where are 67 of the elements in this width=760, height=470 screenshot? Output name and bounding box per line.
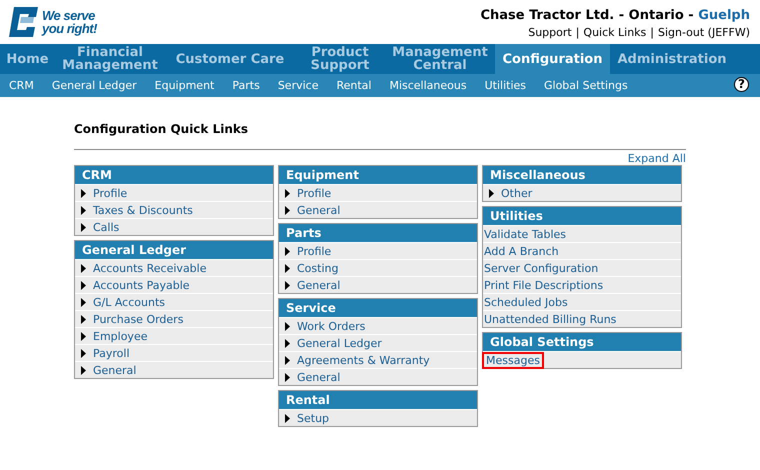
company-name: Chase Tractor Ltd. - Ontario - [480,8,694,23]
quick-link[interactable]: Unattended Billing Runs [484,312,616,326]
quick-link[interactable]: Agreements & Warranty [297,354,430,366]
subnav-link[interactable]: Service [278,79,318,92]
quick-link[interactable]: Profile [297,244,332,258]
subnav-link[interactable]: Global Settings [544,79,628,92]
separator: | [576,26,580,39]
quick-link[interactable]: Purchase Orders [93,312,184,326]
panel-header: Parts [279,224,477,243]
quick-link[interactable]: Profile [93,186,128,200]
nav-tab[interactable]: Administration [610,44,734,74]
separator: | [650,26,654,39]
quick-link[interactable]: Calls [93,220,120,234]
quick-link[interactable]: Add A Branch [484,244,559,258]
quick-link[interactable]: Print File Descriptions [484,278,604,292]
nav-tab[interactable]: Financial Management [55,44,165,74]
subnav-link[interactable]: Parts [232,79,260,92]
quick-link[interactable]: Messages [484,354,542,366]
nav-tab[interactable]: Home [0,44,55,74]
panel-header: Rental [279,391,477,410]
quick-link[interactable]: Work Orders [297,320,366,332]
quick-link[interactable]: Profile [297,186,332,200]
nav-tab[interactable]: Product Support [295,44,385,74]
subnav-link[interactable]: General Ledger [52,79,137,92]
header-link[interactable]: Sign-out (JEFFW) [658,26,750,39]
quick-link[interactable]: General [297,370,340,384]
quick-link[interactable]: G/L Accounts [93,296,165,308]
logo-slogan: We serve you right! [42,9,97,35]
expand-all-link[interactable]: Expand All [628,152,686,165]
panel-header: Utilities [483,207,681,226]
logo-icon [6,5,40,39]
panel-header: Global Settings [483,333,681,352]
header-link[interactable]: Support [528,26,572,39]
quick-link[interactable]: Server Configuration [484,262,598,274]
quick-link[interactable]: Other [501,186,532,200]
quick-link[interactable]: Setup [297,412,330,424]
arrow-icon [285,414,290,422]
quick-link[interactable]: Taxes & Discounts [93,204,193,216]
quick-link[interactable]: General Ledger [297,336,382,350]
quick-link[interactable]: Accounts Receivable [93,262,206,274]
subnav-link[interactable]: CRM [9,79,34,92]
quick-link[interactable]: General [297,278,340,292]
subnav-link[interactable]: Utilities [484,79,526,92]
header-link[interactable]: Quick Links [583,26,646,39]
page-title: Configuration Quick Links [74,122,250,136]
panel-header: Equipment [279,166,477,185]
subnav-link[interactable]: Miscellaneous [389,79,467,92]
panel-header: CRM [75,166,273,185]
help-icon[interactable]: ? [734,77,749,92]
nav-tab[interactable]: Configuration [495,44,610,74]
branch-name: Guelph [698,8,750,23]
quick-link[interactable]: Accounts Payable [93,278,190,292]
nav-tab[interactable]: Management Central [385,44,495,74]
quick-link[interactable]: Scheduled Jobs [484,296,568,308]
quick-link[interactable]: Employee [93,330,148,342]
quick-link[interactable]: Validate Tables [484,228,566,240]
quick-link[interactable]: Costing [297,262,338,274]
panel-header: Service [279,299,477,318]
subnav-link[interactable]: Rental [336,79,372,92]
subnav-link[interactable]: Equipment [154,79,214,92]
arrow-icon [489,188,494,198]
quick-link[interactable]: General [93,364,136,376]
quick-link[interactable]: General [297,204,340,216]
quick-link[interactable]: Payroll [93,346,130,360]
panel-header: Miscellaneous [483,166,681,185]
nav-tab[interactable]: Customer Care [165,44,295,74]
panel-header: General Ledger [75,241,273,260]
